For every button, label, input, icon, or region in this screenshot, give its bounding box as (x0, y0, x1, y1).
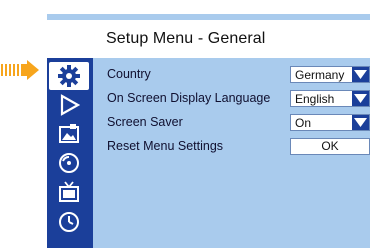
setting-label: Reset Menu Settings (107, 139, 224, 153)
chevron-down-icon (352, 67, 369, 82)
title-bar: Setup Menu - General (47, 20, 370, 58)
audio-disc-icon (59, 153, 79, 173)
osd-language-dropdown[interactable]: English (290, 90, 370, 107)
sidebar-item-picture[interactable] (55, 122, 83, 146)
setting-row-country: Country Germany (107, 65, 370, 85)
screen-saver-dropdown[interactable]: On (290, 114, 370, 131)
setting-row-osd-language: On Screen Display Language English (107, 89, 370, 109)
dropdown-value: English (295, 92, 335, 106)
setting-row-screen-saver: Screen Saver On (107, 113, 370, 133)
setting-row-reset: Reset Menu Settings OK (107, 137, 370, 157)
sidebar-item-timer[interactable] (55, 210, 83, 234)
clock-icon (59, 212, 79, 232)
play-icon (60, 94, 80, 116)
sidebar-item-general[interactable] (49, 62, 89, 90)
sidebar-item-video[interactable] (55, 180, 83, 204)
sidebar-item-playback[interactable] (55, 93, 83, 117)
sidebar (47, 58, 93, 248)
setting-label: On Screen Display Language (107, 91, 271, 105)
dropdown-value: On (295, 116, 312, 130)
dropdown-value: Germany (295, 68, 345, 82)
setting-label: Country (107, 67, 151, 81)
country-dropdown[interactable]: Germany (290, 66, 370, 83)
gear-icon (58, 65, 80, 87)
pointer-arrow-icon (1, 60, 39, 80)
tv-icon (59, 181, 79, 202)
reset-ok-button[interactable]: OK (290, 138, 370, 155)
chevron-down-icon (352, 91, 369, 106)
menu-title: Setup Menu - General (106, 30, 266, 47)
image-icon (59, 124, 79, 143)
setup-menu: Setup Menu - General Country Germany On … (47, 14, 370, 248)
setting-label: Screen Saver (107, 115, 183, 129)
sidebar-item-audio[interactable] (55, 151, 83, 175)
chevron-down-icon (352, 115, 369, 130)
